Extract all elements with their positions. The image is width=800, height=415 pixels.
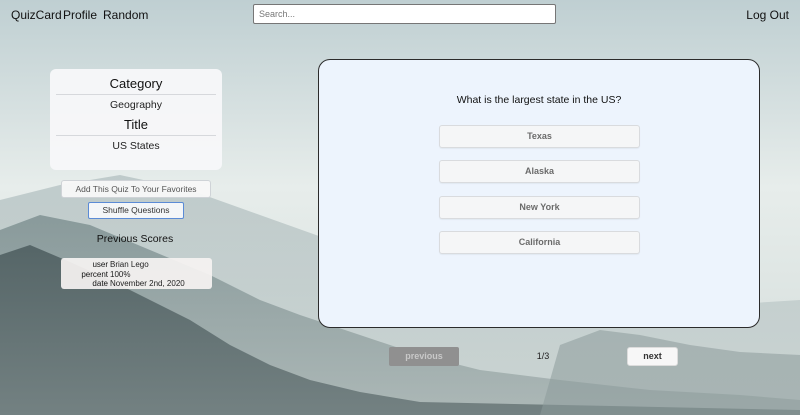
- previous-button[interactable]: previous: [389, 347, 459, 366]
- score-entry: user Brian Lego percent 100% date November …: [61, 258, 212, 289]
- logout-link[interactable]: Log Out: [746, 8, 789, 22]
- score-user-value: Brian Lego: [110, 260, 149, 269]
- score-user-row: user Brian Lego: [61, 260, 212, 270]
- score-date-key: date: [92, 279, 108, 288]
- score-date-value: November 2nd, 2020: [110, 279, 185, 288]
- score-percent-row: percent 100%: [61, 270, 212, 280]
- brand-link[interactable]: QuizCard: [11, 8, 62, 22]
- page-indicator: 1/3: [536, 351, 550, 361]
- score-date-row: date November 2nd, 2020: [61, 279, 212, 289]
- title-value: US States: [112, 140, 160, 152]
- answer-option[interactable]: Alaska: [439, 160, 640, 183]
- add-to-favorites-button[interactable]: Add This Quiz To Your Favorites: [61, 180, 211, 198]
- top-navbar: QuizCard Profile Random Log Out: [0, 0, 800, 30]
- profile-link[interactable]: Profile: [63, 8, 97, 22]
- category-heading: Category: [109, 76, 163, 91]
- previous-scores-heading: Previous Scores: [96, 233, 174, 245]
- score-percent-key: percent: [81, 269, 108, 279]
- question-text: What is the largest state in the US?: [456, 94, 622, 106]
- next-button[interactable]: next: [627, 347, 678, 366]
- category-value: Geography: [110, 99, 162, 111]
- answer-option[interactable]: California: [439, 231, 640, 254]
- quiz-info-card: Category Geography Title US States: [50, 69, 222, 170]
- shuffle-questions-button[interactable]: Shuffle Questions: [88, 202, 184, 219]
- random-link[interactable]: Random: [103, 8, 148, 22]
- answer-option[interactable]: Texas: [439, 125, 640, 148]
- answer-option[interactable]: New York: [439, 196, 640, 219]
- title-heading: Title: [123, 117, 149, 132]
- question-card: What is the largest state in the US? Tex…: [318, 59, 760, 328]
- score-percent-value: 100%: [110, 269, 131, 279]
- score-user-key: user: [92, 260, 108, 269]
- search-input[interactable]: [253, 4, 556, 24]
